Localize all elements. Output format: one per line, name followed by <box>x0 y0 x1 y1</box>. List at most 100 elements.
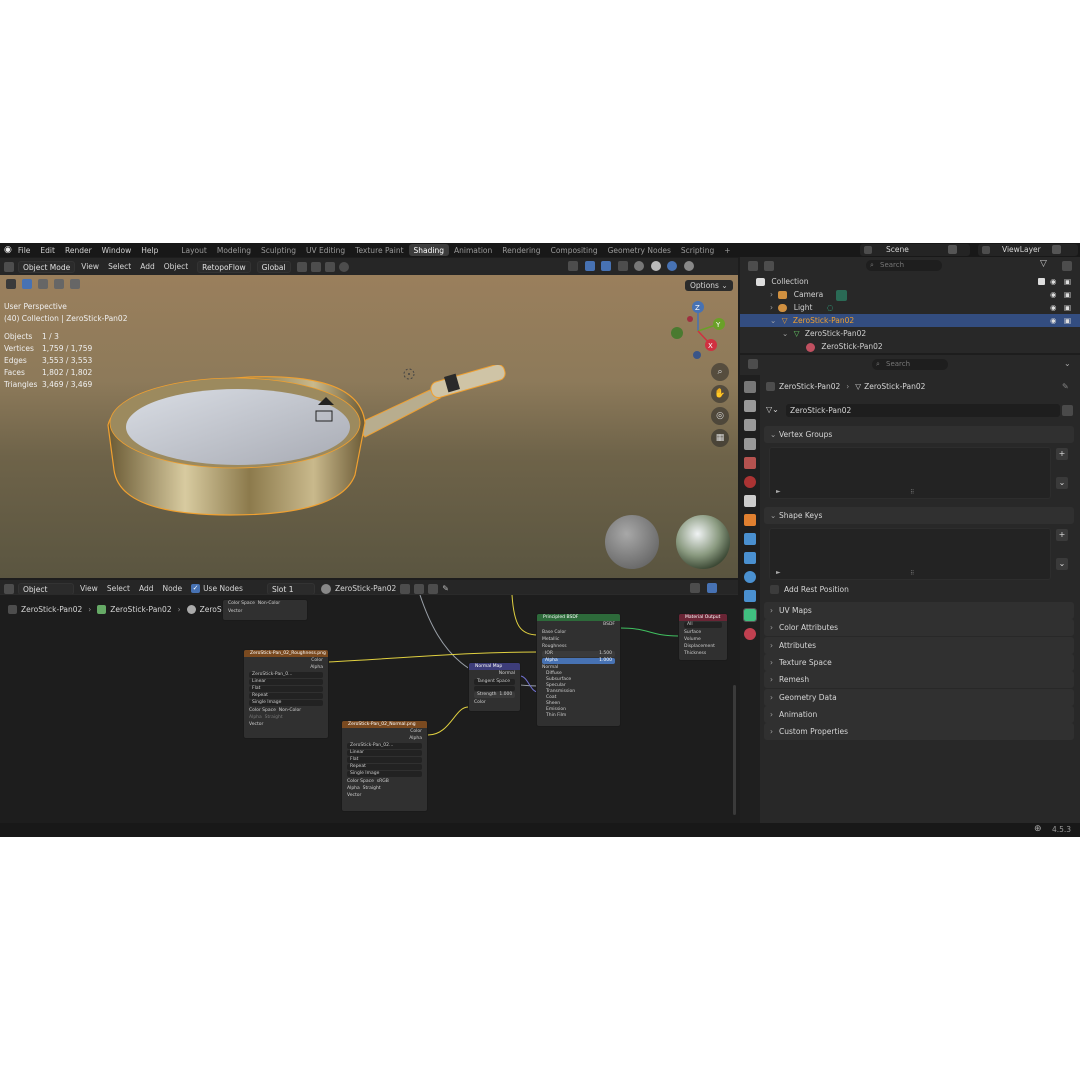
node-menu-select[interactable]: Select <box>107 584 130 593</box>
orientation-dropdown[interactable]: Global <box>256 260 291 273</box>
node-editor-scrollbar[interactable] <box>733 685 736 815</box>
menu-add[interactable]: Add <box>140 262 155 271</box>
select-invert-icon[interactable] <box>70 279 80 289</box>
panel-attributes[interactable]: › Attributes <box>764 637 1074 654</box>
panel-shape-keys[interactable]: ⌄ Shape Keys <box>764 507 1074 524</box>
node-menu-node[interactable]: Node <box>162 584 182 593</box>
menu-help[interactable]: Help <box>141 246 158 255</box>
proportional-edit-icon[interactable] <box>338 261 349 272</box>
world-tab-icon[interactable] <box>744 476 756 488</box>
camera-view-icon[interactable]: ◎ <box>711 407 729 425</box>
tab-uv-editing[interactable]: UV Editing <box>301 244 350 256</box>
3d-viewport[interactable]: User Perspective (40) Collection | ZeroS… <box>0 275 738 578</box>
outliner-row-pan-object[interactable]: ⌄ ▽ ZeroStick-Pan02 ◉ ▣ <box>740 314 1080 327</box>
modifier-tab-icon[interactable] <box>744 533 756 545</box>
ior-field[interactable]: IOR 1.500 <box>542 651 615 657</box>
tab-animation[interactable]: Animation <box>449 244 497 256</box>
mesh-name-field[interactable]: ZeroStick-Pan02 <box>786 404 1060 417</box>
display-mode-icon[interactable] <box>764 261 774 271</box>
image-field[interactable]: ZeroStick-Pan_02... <box>347 743 422 749</box>
menu-object[interactable]: Object <box>164 262 188 271</box>
outliner-row-camera[interactable]: › Camera ◉ ▣ <box>740 288 1080 301</box>
fake-user-shield-icon[interactable] <box>1062 405 1073 416</box>
material-sphere-icon[interactable] <box>320 583 331 594</box>
add-shape-key-button[interactable]: + <box>1056 529 1068 541</box>
vertex-groups-list[interactable]: ► ⠿ <box>769 447 1051 499</box>
node-roughness-texture[interactable]: ZeroStick-Pan_02_Roughness.png Color Alp… <box>243 649 329 739</box>
shape-key-specials-button[interactable]: ⌄ <box>1056 558 1068 570</box>
collection-tab-icon[interactable] <box>744 495 756 507</box>
zoom-icon[interactable]: ⌕ <box>711 363 729 381</box>
node-menu-view[interactable]: View <box>80 584 98 593</box>
snap-icon[interactable] <box>310 261 321 272</box>
wireframe-shading-icon[interactable] <box>634 261 645 271</box>
mesh-browse-icon[interactable]: ▽⌄ <box>766 405 779 414</box>
projection-field[interactable]: Flat <box>249 686 323 692</box>
add-rest-position-row[interactable]: Add Rest Position <box>770 585 849 594</box>
node-normal-map[interactable]: Normal Map Normal Tangent Space Strength… <box>468 662 521 712</box>
panel-geometry-data[interactable]: › Geometry Data <box>764 689 1074 706</box>
list-resize-grip-icon[interactable]: ⠿ <box>910 570 914 577</box>
properties-editor-icon[interactable] <box>748 359 758 369</box>
add-vertex-group-button[interactable]: + <box>1056 448 1068 460</box>
duplicate-material-icon[interactable] <box>414 583 425 594</box>
interpolation-field[interactable]: Linear <box>347 750 422 756</box>
mesh-data-tab-icon[interactable] <box>743 608 757 622</box>
node-texture-partial[interactable]: Color Space Non-Color Vector <box>222 599 308 621</box>
view-layer-duplicate-icon[interactable] <box>1052 245 1061 254</box>
retopoflow-dropdown[interactable]: RetopoFlow <box>197 260 251 273</box>
tab-layout[interactable]: Layout <box>176 244 212 256</box>
material-tab-icon[interactable] <box>744 628 756 640</box>
snapping-icon[interactable] <box>690 583 700 593</box>
xray-icon[interactable] <box>617 261 628 271</box>
fake-user-icon[interactable] <box>400 583 411 594</box>
menu-select[interactable]: Select <box>108 262 131 271</box>
projection-field[interactable]: Flat <box>347 757 422 763</box>
material-name[interactable]: ZeroStick-Pan02 <box>335 584 396 593</box>
space-field[interactable]: Tangent Space <box>474 679 515 685</box>
menu-view[interactable]: View <box>81 262 99 271</box>
strength-field[interactable]: Strength 1.000 <box>474 692 515 698</box>
use-nodes-checkbox[interactable]: ✓ <box>191 584 201 593</box>
alpha-field[interactable]: Alpha 1.000 <box>542 658 615 664</box>
shape-keys-list[interactable]: ► ⠿ <box>769 528 1051 580</box>
node-material-output[interactable]: Material Output All Surface Volume Displ… <box>678 613 728 661</box>
properties-search[interactable]: ⌕ Search <box>872 359 948 370</box>
menu-edit[interactable]: Edit <box>40 246 55 255</box>
camera-render-icon[interactable]: ▣ <box>1064 275 1071 288</box>
pin-icon[interactable]: ✎ <box>1062 382 1069 391</box>
select-box-icon[interactable] <box>22 279 32 289</box>
image-field[interactable]: ZeroStick-Pan_0... <box>249 672 323 678</box>
collapse-arrow-icon[interactable]: ⌄ <box>782 329 788 338</box>
options-chevron-icon[interactable]: ⌄ <box>1064 359 1071 368</box>
snap-target-icon[interactable] <box>324 261 335 272</box>
uv-map-field[interactable] <box>474 686 515 691</box>
object-tab-icon[interactable] <box>744 514 756 526</box>
outliner-row-pan-mesh[interactable]: ⌄ ▽ ZeroStick-Pan02 <box>740 327 1080 340</box>
solid-shading-icon[interactable] <box>650 261 661 271</box>
outliner-row-light[interactable]: › Light ◌ ◉ ▣ <box>740 301 1080 314</box>
tweak-tool-icon[interactable] <box>6 279 16 289</box>
material-shading-icon[interactable] <box>667 261 678 271</box>
view-layer-tab-icon[interactable] <box>744 438 756 450</box>
overlay-toggle-icon[interactable] <box>601 261 612 271</box>
eye-icon[interactable]: ◉ <box>1050 314 1057 327</box>
visibility-icon[interactable] <box>568 261 578 271</box>
eye-icon[interactable]: ◉ <box>1050 275 1057 288</box>
camera-render-icon[interactable]: ▣ <box>1064 314 1071 327</box>
view-layer-selector[interactable]: ViewLayer <box>978 244 1078 256</box>
vertex-group-specials-button[interactable]: ⌄ <box>1056 477 1068 489</box>
perspective-grid-icon[interactable]: ▦ <box>711 429 729 447</box>
shader-type-dropdown[interactable]: Object <box>18 582 74 595</box>
navigation-gizmo[interactable]: Z Y X <box>664 299 734 363</box>
camera-render-icon[interactable]: ▣ <box>1064 301 1071 314</box>
gizmo-toggle-icon[interactable] <box>584 261 595 271</box>
frying-pan-model[interactable] <box>100 365 520 545</box>
tab-rendering[interactable]: Rendering <box>497 244 545 256</box>
add-workspace-button[interactable]: + <box>719 244 735 256</box>
tool-tab-icon[interactable] <box>744 381 756 393</box>
extension-field[interactable]: Repeat <box>347 764 422 770</box>
scene-pin-icon[interactable] <box>948 245 957 254</box>
node-overlay-icon[interactable] <box>706 583 717 593</box>
interpolation-field[interactable]: Linear <box>249 679 323 685</box>
